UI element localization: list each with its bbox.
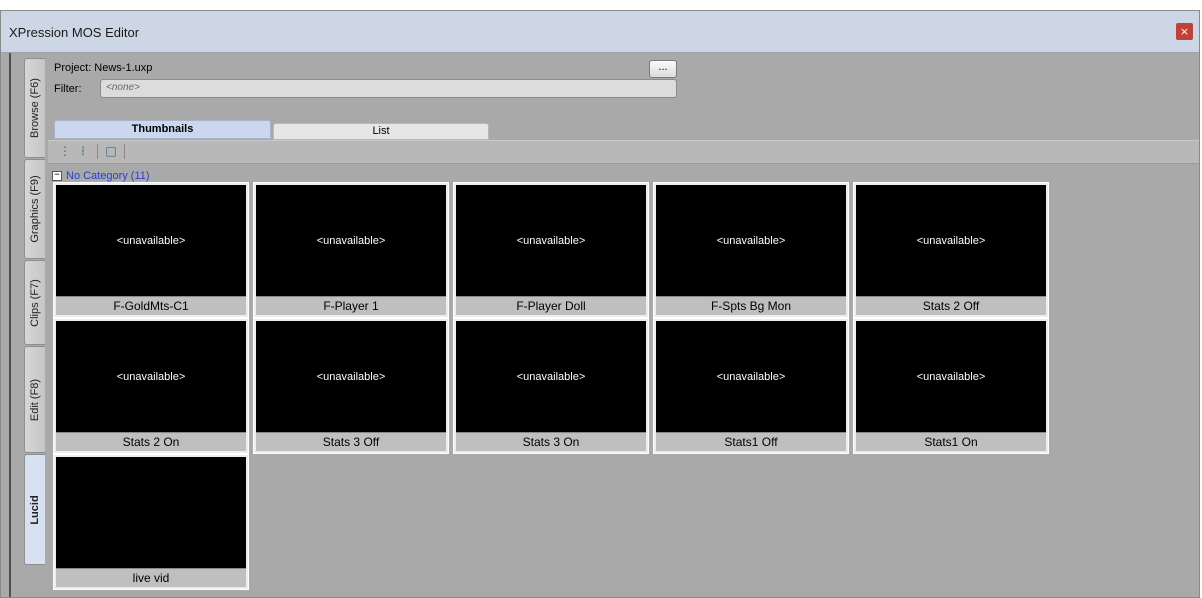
thumbnail-preview: <unavailable>	[456, 321, 646, 432]
frame-view-icon[interactable]: □	[104, 144, 118, 158]
mos-editor-window: XPression MOS Editor × Browse (F6) Graph…	[0, 10, 1200, 598]
project-value: News-1.uxp	[94, 62, 153, 74]
thumbnail-caption: Stats 3 On	[456, 432, 646, 451]
collapse-icon[interactable]: −	[52, 171, 62, 182]
thumbnail-preview: <unavailable>	[56, 321, 246, 432]
category-header[interactable]: − No Category (11)	[52, 170, 150, 182]
thumbnail-caption: F-Player 1	[256, 296, 446, 315]
tab-lucid[interactable]: Lucid	[24, 454, 45, 565]
thumbnail-preview: <unavailable>	[256, 321, 446, 432]
thumbnail-item[interactable]: <unavailable> F-Spts Bg Mon	[653, 182, 849, 318]
thumbnail-item[interactable]: <unavailable> F-Player 1	[253, 182, 449, 318]
tab-graphics-label: Graphics (F9)	[29, 175, 41, 243]
thumbnail-preview: <unavailable>	[856, 321, 1046, 432]
thumbnail-item[interactable]: <unavailable> Stats 3 Off	[253, 318, 449, 454]
view-toolbar: ⋮ ⁞ □	[48, 140, 1199, 164]
project-browse-button[interactable]: ...	[649, 60, 677, 78]
tab-lucid-label: Lucid	[29, 494, 41, 525]
browse-panel: Project: News-1.uxp ... Filter: <none> Th…	[45, 53, 1199, 597]
thumbnail-item[interactable]: <unavailable> Stats 2 Off	[853, 182, 1049, 318]
tab-list[interactable]: List	[273, 123, 489, 140]
thumbnail-caption: live vid	[56, 568, 246, 587]
tab-clips-label: Clips (F7)	[29, 278, 41, 327]
thumbnail-caption: F-Player Doll	[456, 296, 646, 315]
thumbnail-preview: <unavailable>	[256, 185, 446, 296]
window-title: XPression MOS Editor	[9, 25, 140, 40]
thumbnail-caption: Stats 2 On	[56, 432, 246, 451]
tab-edit-label: Edit (F8)	[29, 378, 41, 421]
thumbnail-caption: Stats 2 Off	[856, 296, 1046, 315]
side-tab-strip: Browse (F6) Graphics (F9) Clips (F7) Edi…	[1, 53, 45, 597]
thumbnail-item[interactable]: <unavailable> F-Player Doll	[453, 182, 649, 318]
expand-all-icon[interactable]: ⋮	[58, 144, 72, 158]
thumbnail-preview	[56, 457, 246, 568]
project-label: Project:	[54, 62, 92, 74]
tab-browse[interactable]: Browse (F6)	[24, 58, 45, 158]
filter-input[interactable]: <none>	[100, 79, 677, 98]
category-label: No Category (11)	[66, 170, 150, 182]
thumbnail-caption: Stats 3 Off	[256, 432, 446, 451]
tab-clips[interactable]: Clips (F7)	[24, 260, 45, 345]
thumbnail-item[interactable]: <unavailable> Stats 3 On	[453, 318, 649, 454]
thumbnail-item[interactable]: <unavailable> Stats1 Off	[653, 318, 849, 454]
thumbnail-caption: Stats1 Off	[656, 432, 846, 451]
thumbnail-item[interactable]: <unavailable> Stats1 On	[853, 318, 1049, 454]
project-row: Project: News-1.uxp	[54, 62, 152, 74]
thumbnail-item[interactable]: <unavailable> Stats 2 On	[53, 318, 249, 454]
left-border	[9, 53, 11, 597]
close-button[interactable]: ×	[1176, 23, 1193, 40]
collapse-all-icon[interactable]: ⁞	[76, 144, 90, 158]
thumbnail-item[interactable]: <unavailable> F-GoldMts-C1	[53, 182, 249, 318]
toolbar-separator	[97, 144, 98, 159]
thumbnail-preview: <unavailable>	[656, 321, 846, 432]
thumbnail-item[interactable]: live vid	[53, 454, 249, 590]
thumbnail-preview: <unavailable>	[656, 185, 846, 296]
tab-thumbnails[interactable]: Thumbnails	[54, 120, 271, 139]
thumbnail-caption: F-Spts Bg Mon	[656, 296, 846, 315]
toolbar-separator	[124, 144, 125, 159]
thumbnail-preview: <unavailable>	[856, 185, 1046, 296]
thumbnail-preview: <unavailable>	[56, 185, 246, 296]
thumbnail-caption: F-GoldMts-C1	[56, 296, 246, 315]
tab-browse-label: Browse (F6)	[29, 78, 41, 138]
tab-graphics[interactable]: Graphics (F9)	[24, 159, 45, 259]
tab-edit[interactable]: Edit (F8)	[24, 346, 45, 453]
title-bar: XPression MOS Editor ×	[1, 11, 1199, 53]
thumbnail-caption: Stats1 On	[856, 432, 1046, 451]
thumbnail-preview: <unavailable>	[456, 185, 646, 296]
filter-label: Filter:	[54, 83, 82, 95]
